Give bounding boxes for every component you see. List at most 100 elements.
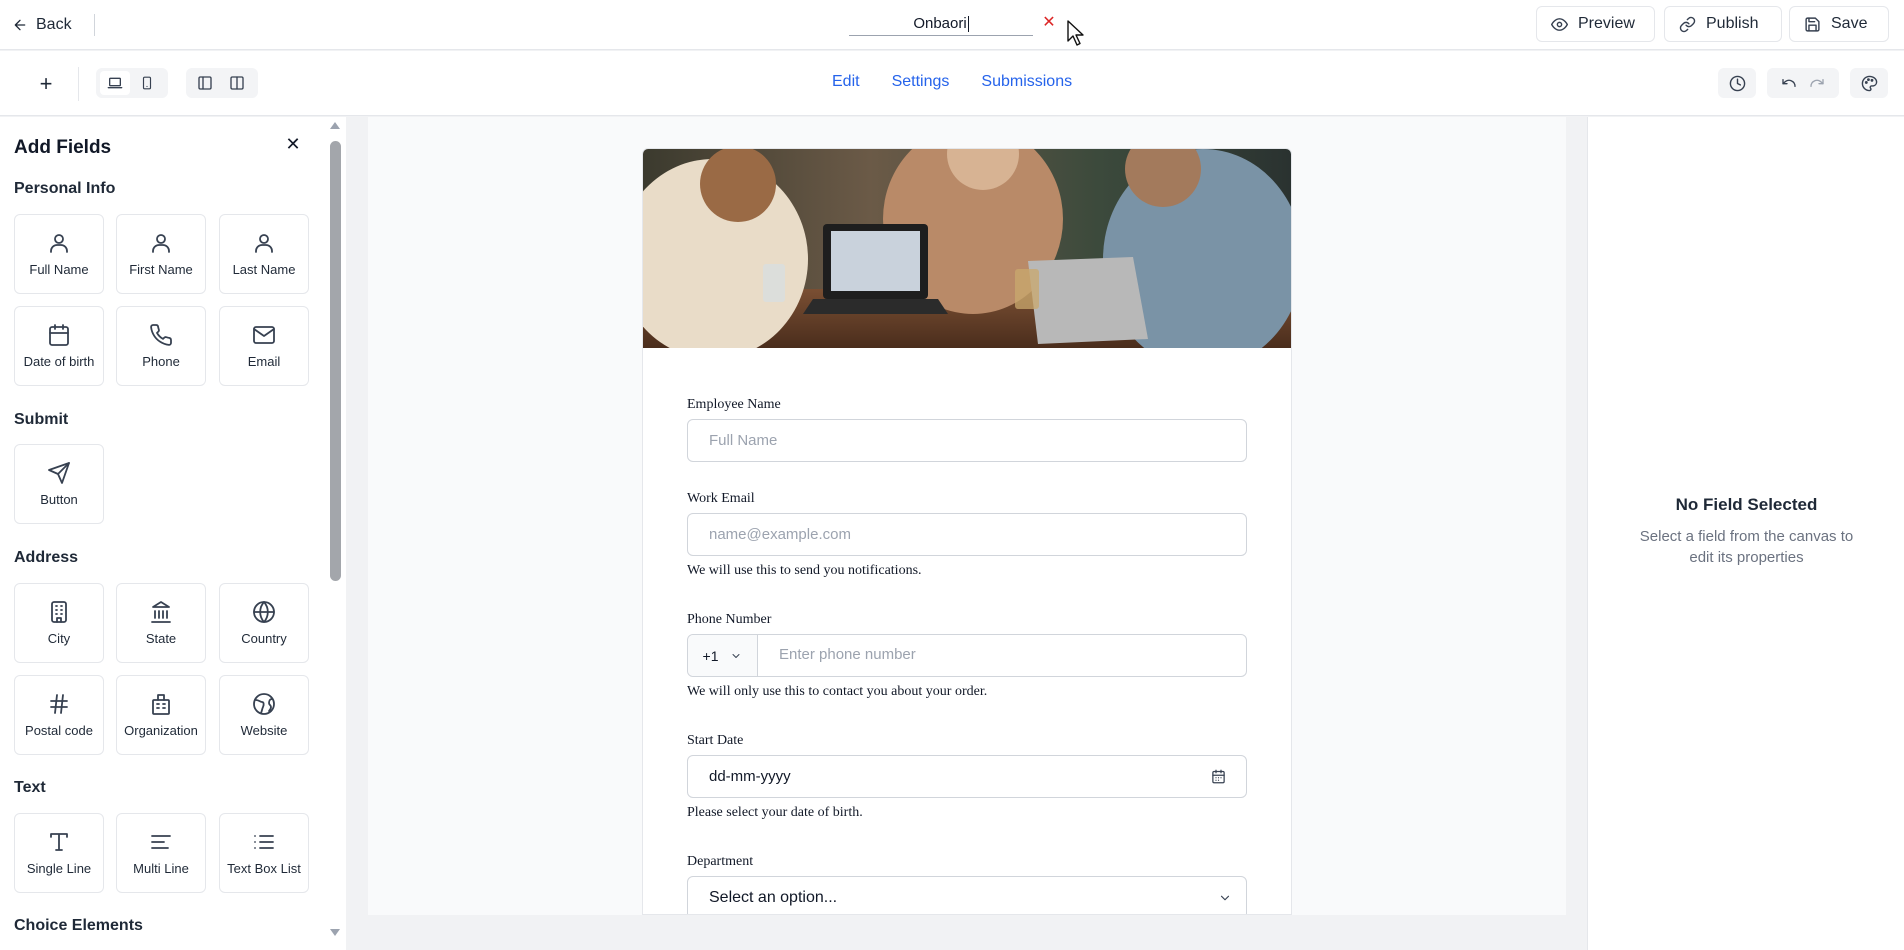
divider [94, 14, 95, 36]
country-code-select[interactable]: +1 [688, 635, 758, 676]
send-icon [48, 462, 70, 484]
field-tile-label: First Name [129, 262, 193, 277]
field-tile-label: Button [40, 492, 78, 507]
save-button[interactable]: Save [1789, 6, 1889, 42]
close-icon[interactable]: ✕ [284, 135, 302, 153]
field-tile-text-box-list[interactable]: Text Box List [219, 813, 309, 893]
field-tile-last-name[interactable]: Last Name [219, 214, 309, 294]
employee-name-input[interactable]: Full Name [687, 419, 1247, 462]
section-title-address: Address [14, 549, 79, 566]
user-icon [255, 234, 273, 253]
properties-panel: No Field Selected Select a field from th… [1587, 117, 1904, 950]
field-label: Work Email [687, 491, 755, 506]
desktop-view-button[interactable] [100, 71, 130, 95]
tab-edit[interactable]: Edit [832, 73, 860, 91]
divider [78, 67, 79, 101]
section-title-text: Text [14, 779, 46, 796]
form-title-text: Onbaori [913, 15, 967, 32]
field-help-text: We will only use this to contact you abo… [687, 684, 988, 699]
calendar-icon[interactable] [1211, 769, 1226, 784]
chevron-down-icon [1220, 895, 1230, 901]
scroll-up-arrow[interactable] [330, 122, 340, 129]
theme-button[interactable] [1850, 68, 1888, 98]
field-tile-single-line[interactable]: Single Line [14, 813, 104, 893]
user-icon [50, 234, 68, 253]
save-label: Save [1831, 15, 1868, 32]
field-tile-email[interactable]: Email [219, 306, 309, 386]
palette-icon [1861, 75, 1877, 91]
field-tile-label: Phone [142, 354, 180, 369]
field-tile-phone[interactable]: Phone [116, 306, 206, 386]
phone-number-input[interactable]: +1 Enter phone number [687, 634, 1247, 677]
field-tile-label: Organization [124, 723, 198, 738]
field-tile-label: City [47, 631, 71, 646]
undo-icon[interactable] [1781, 75, 1797, 91]
field-help-text: Please select your date of birth. [687, 805, 863, 820]
editor-tabs: Edit Settings Submissions [832, 73, 1072, 91]
form-title-input[interactable]: Onbaori [849, 12, 1033, 36]
start-date-input[interactable]: dd-mm-yyyy [687, 755, 1247, 798]
field-tile-organization[interactable]: Organization [116, 675, 206, 755]
panel-split-icon [230, 76, 244, 90]
field-tile-date-of-birth[interactable]: Date of birth [14, 306, 104, 386]
panel-title: Add Fields [14, 137, 112, 158]
input-placeholder: name@example.com [709, 526, 851, 543]
field-help-text: We will use this to send you notificatio… [687, 563, 922, 578]
toggle-left-panel-button[interactable] [190, 71, 220, 95]
smartphone-icon [142, 76, 152, 90]
toggle-right-panel-button[interactable] [222, 71, 252, 95]
redo-icon[interactable] [1809, 75, 1825, 91]
field-tile-website[interactable]: Website [219, 675, 309, 755]
field-tile-postal-code[interactable]: Postal code [14, 675, 104, 755]
field-tile-label: Email [247, 354, 281, 369]
tab-settings[interactable]: Settings [892, 73, 950, 91]
back-label: Back [36, 16, 72, 33]
add-button[interactable]: + [34, 73, 58, 97]
date-value: dd-mm-yyyy [709, 768, 791, 785]
panel-left-icon [198, 76, 212, 90]
list-icon [254, 835, 274, 849]
field-tile-multi-line[interactable]: Multi Line [116, 813, 206, 893]
publish-button[interactable]: Publish [1664, 6, 1782, 42]
link-icon [1679, 16, 1696, 32]
globe-icon [253, 601, 275, 623]
mobile-view-button[interactable] [132, 71, 162, 95]
preview-button[interactable]: Preview [1536, 6, 1655, 42]
work-email-input[interactable]: name@example.com [687, 513, 1247, 556]
earth-icon [253, 693, 275, 715]
input-placeholder: Full Name [709, 432, 778, 449]
field-tile-label: Website [240, 723, 288, 738]
history-button[interactable] [1718, 68, 1756, 98]
calendar-icon [49, 324, 69, 346]
floppy-disk-icon [1805, 16, 1820, 32]
field-tile-city[interactable]: City [14, 583, 104, 663]
scrollbar-thumb[interactable] [330, 141, 341, 581]
close-icon[interactable]: ✕ [1041, 14, 1057, 32]
back-button[interactable]: Back [12, 12, 72, 38]
field-tile-country[interactable]: Country [219, 583, 309, 663]
editor-toolbar: + Edit Settings Submissions [0, 51, 1904, 116]
field-tile-state[interactable]: State [116, 583, 206, 663]
empty-state-description: Select a field from the canvas to edit i… [1639, 528, 1854, 566]
top-bar: Back Onbaori ✕ Preview Publish Save [0, 0, 1904, 50]
field-tile-label: Date of birth [23, 354, 95, 369]
tab-submissions[interactable]: Submissions [981, 73, 1072, 91]
field-tile-label: Single Line [26, 861, 92, 876]
select-value: Select an option... [709, 888, 838, 906]
field-tile-full-name[interactable]: Full Name [14, 214, 104, 294]
undo-redo-group [1767, 68, 1839, 98]
input-placeholder: Enter phone number [779, 646, 916, 663]
landmark-icon [151, 601, 171, 623]
align-left-icon [151, 835, 171, 849]
field-tile-label: Multi Line [133, 861, 189, 876]
department-select[interactable]: Select an option... [687, 876, 1247, 914]
scroll-down-arrow[interactable] [330, 929, 340, 936]
text-caret [967, 16, 969, 33]
section-title-submit: Submit [14, 411, 69, 428]
field-tile-button[interactable]: Button [14, 444, 104, 524]
clock-icon [1729, 75, 1745, 91]
field-tile-label: Last Name [232, 262, 296, 277]
laptop-icon [107, 77, 123, 89]
field-tile-first-name[interactable]: First Name [116, 214, 206, 294]
empty-state-title: No Field Selected [1675, 495, 1818, 514]
